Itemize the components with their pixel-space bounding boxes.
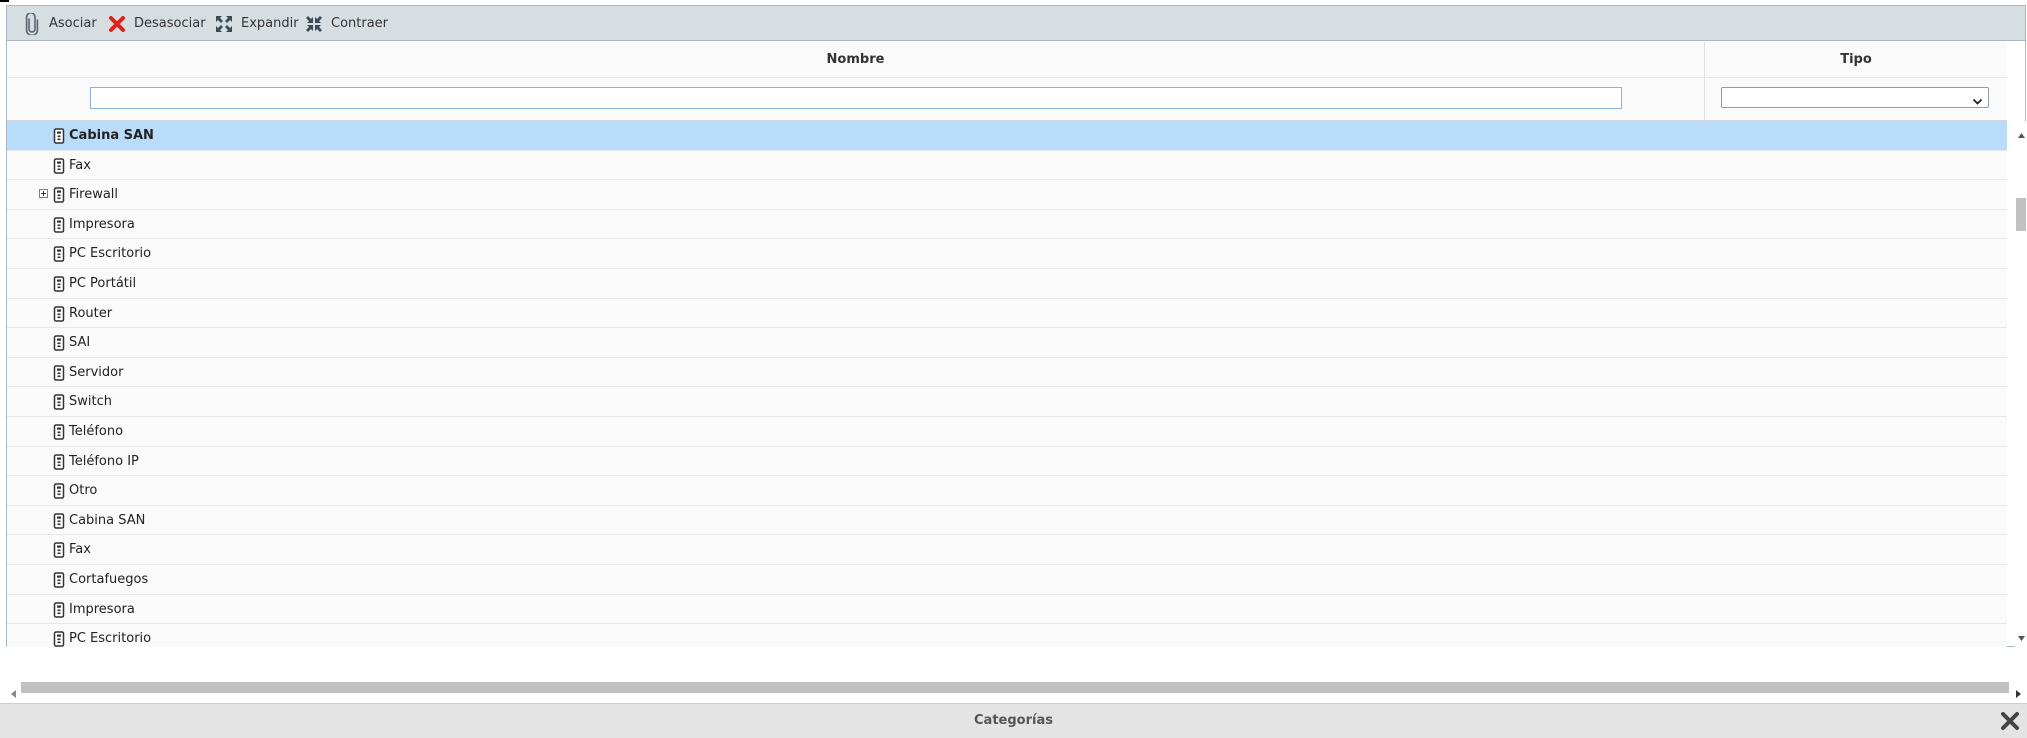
device-icon [53,631,65,647]
device-icon [53,453,65,470]
tree-row-label: PC Escritorio [69,246,152,262]
contraer-label: Contraer [331,16,389,31]
asociar-label: Asociar [49,16,97,31]
device-icon [53,483,65,499]
collapse-icon [303,13,325,35]
tree-row[interactable]: PC Escritorio [7,624,2007,647]
desasociar-label: Desasociar [134,16,206,31]
tree-row-label: Router [69,305,113,321]
device-icon [53,335,65,351]
tree-row-label: Impresora [69,216,135,232]
scroll-down-arrow-icon[interactable] [2018,626,2025,645]
device-icon [53,246,65,263]
horizontal-scrollbar-thumb[interactable] [21,682,2009,693]
tree-row[interactable]: SAI [7,328,2007,358]
tree-row[interactable]: Cabina SAN [7,121,2007,151]
filter-cell-nombre [7,78,1705,120]
tree-row[interactable]: Router [7,298,2007,329]
device-icon [53,128,65,144]
device-icon [53,542,65,559]
desasociar-button[interactable]: Desasociar [106,6,206,41]
nombre-filter-input[interactable] [90,87,1622,109]
tree-row-label: PC Escritorio [69,631,152,647]
tree-row[interactable]: PC Portátil [7,268,2007,299]
tree-row-label: Fax [69,542,91,558]
tree-rows: Cabina SAN Fax Firewall Impresora PC Escrito… [7,121,2007,647]
device-icon [53,187,65,203]
tree-row[interactable]: Impresora [7,594,2007,625]
device-icon [53,601,65,618]
tree-row[interactable]: Firewall [7,180,2007,210]
scroll-left-arrow-icon[interactable] [11,683,16,702]
vertical-scrollbar[interactable] [2015,121,2027,647]
tree-row-label: Cabina SAN [69,128,154,143]
tree-row[interactable]: PC Escritorio [7,239,2007,269]
tree-row-label: Teléfono [69,423,124,439]
device-icon [53,276,65,292]
footer-title: Categorías [974,713,1053,728]
tree-row[interactable]: Teléfono IP [7,446,2007,477]
toolbar: Asociar Desasociar Expandir Contraer [7,6,2025,41]
red-x-icon [106,13,128,35]
tree-row[interactable]: Impresora [7,209,2007,240]
tipo-filter-select[interactable] [1721,87,1989,108]
contraer-button[interactable]: Contraer [303,6,388,41]
tree-row-label: Teléfono IP [69,453,139,469]
close-icon[interactable] [2000,711,2020,731]
filter-cell-tipo [1705,78,2007,120]
tree-row-label: PC Portátil [69,275,137,291]
chevron-down-icon [1972,92,1983,111]
expand-icon [213,13,235,35]
tree-row-label: Cabina SAN [69,512,146,528]
column-header-nombre[interactable]: Nombre [7,42,1705,78]
scroll-right-arrow-icon[interactable] [2016,683,2021,702]
expandir-label: Expandir [241,16,299,31]
tree-row[interactable]: Fax [7,535,2007,565]
tree-row[interactable]: Cortafuegos [7,564,2007,595]
tree-row[interactable]: Teléfono [7,416,2007,447]
tree-row[interactable]: Fax [7,150,2007,181]
expandir-button[interactable]: Expandir [213,6,299,41]
tree-row[interactable]: Otro [7,476,2007,506]
tree-row-label: SAI [69,335,91,351]
tree-row-label: Firewall [69,187,119,203]
device-icon [53,394,65,411]
horizontal-scrollbar[interactable] [7,680,2025,698]
tree-row-label: Servidor [69,364,124,380]
vertical-scrollbar-thumb[interactable] [2016,198,2026,231]
device-icon [53,424,65,440]
corner-mark [0,0,9,2]
footer-bar: Categorías [0,703,2027,738]
tree-row[interactable]: Switch [7,387,2007,417]
device-icon [53,572,65,588]
tree-row-label: Otro [69,483,98,499]
grid-header: Nombre Tipo [7,42,2007,121]
tree-row-label: Cortafuegos [69,571,149,587]
tree-row-label: Switch [69,394,112,410]
associations-panel: Asociar Desasociar Expandir Contraer Nom… [6,5,2027,647]
device-icon [53,305,65,322]
device-icon [53,365,65,381]
tree-row-label: Impresora [69,601,135,617]
device-icon [53,512,65,529]
device-icon [53,157,65,174]
device-icon [53,217,65,233]
column-header-tipo[interactable]: Tipo [1705,42,2007,78]
asociar-button[interactable]: Asociar [21,6,97,41]
tree-row[interactable]: Servidor [7,357,2007,388]
tree-row[interactable]: Cabina SAN [7,505,2007,536]
tree-row-label: Fax [69,157,91,173]
expand-plus-icon[interactable] [39,189,48,199]
scroll-up-arrow-icon[interactable] [2018,123,2025,142]
paperclip-icon [21,12,43,35]
